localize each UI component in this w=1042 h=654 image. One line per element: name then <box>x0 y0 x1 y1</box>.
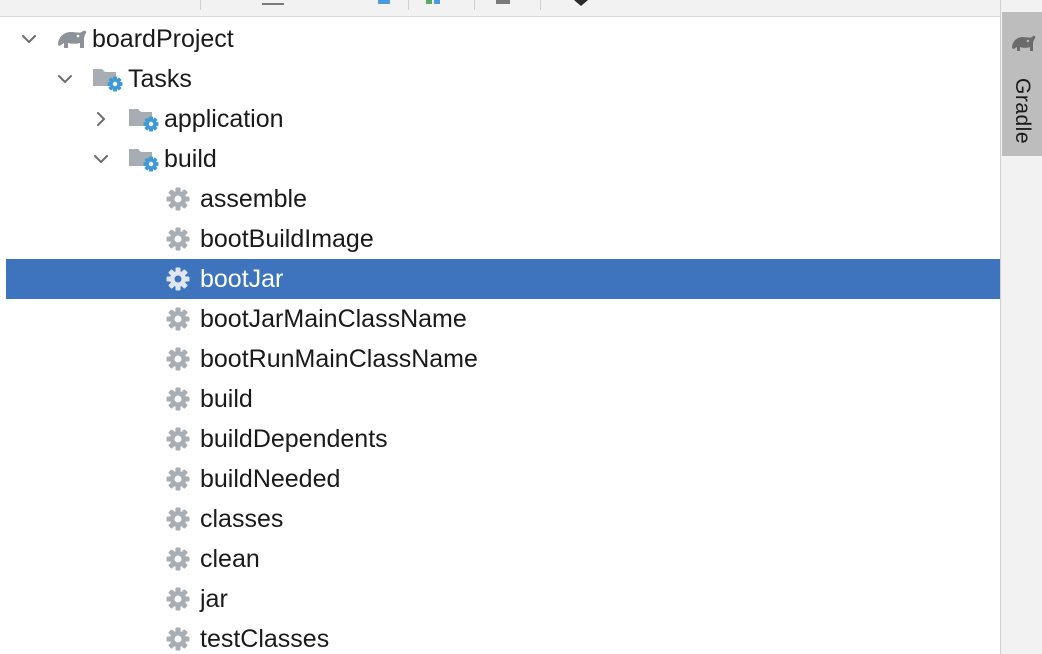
tree-row[interactable]: jar <box>6 579 1000 619</box>
tree-row[interactable]: buildDependents <box>6 419 1000 459</box>
tree-row-label: bootJarMainClassName <box>200 305 467 333</box>
gradle-elephant-icon <box>56 26 87 54</box>
tree-row[interactable]: application <box>6 99 1000 139</box>
tree-row[interactable]: bootJar <box>6 259 1000 299</box>
tree-row[interactable]: assemble <box>6 179 1000 219</box>
toolbar-separator <box>540 0 541 10</box>
right-tool-strip: Gradle <box>1000 0 1042 654</box>
tree-row[interactable]: build <box>6 379 1000 419</box>
gear-icon <box>165 346 195 374</box>
gear-icon <box>165 266 195 294</box>
gear-icon <box>165 386 195 414</box>
tree-row-label: bootJar <box>200 265 284 293</box>
chevron-down-icon[interactable] <box>92 150 110 168</box>
gear-icon <box>165 426 195 454</box>
toolbar-separator <box>474 0 475 10</box>
gear-icon <box>165 586 195 614</box>
tree-row-label: buildDependents <box>200 425 388 453</box>
tree-row-label: testClasses <box>200 625 330 653</box>
tree-row[interactable]: bootJarMainClassName <box>6 299 1000 339</box>
task-folder-icon <box>128 145 159 173</box>
gear-icon <box>165 466 195 494</box>
toolbar-separator <box>408 0 409 10</box>
tree-row-label: bootBuildImage <box>200 225 374 253</box>
toolbar-separator <box>200 0 201 10</box>
tree-row[interactable]: bootBuildImage <box>6 219 1000 259</box>
tree-row-label: build <box>200 385 253 413</box>
gradle-task-tree[interactable]: boardProject Tasks application build assembl… <box>6 17 1000 654</box>
tree-row[interactable]: classes <box>6 499 1000 539</box>
toolbar-expand-icon[interactable] <box>378 0 390 4</box>
tree-row-label: bootRunMainClassName <box>200 345 478 373</box>
tree-row-label: clean <box>200 545 260 573</box>
gradle-elephant-icon <box>1009 32 1037 59</box>
gradle-toolbar <box>0 0 1000 17</box>
tree-row-label: jar <box>200 585 228 613</box>
tree-row[interactable]: testClasses <box>6 619 1000 654</box>
gear-icon <box>165 186 195 214</box>
tree-row-label: classes <box>200 505 284 533</box>
toolbar-toggle-offline-icon[interactable] <box>496 0 510 4</box>
tree-row[interactable]: bootRunMainClassName <box>6 339 1000 379</box>
gradle-tool-tab[interactable]: Gradle <box>1002 12 1042 156</box>
tree-row[interactable]: build <box>6 139 1000 179</box>
tree-row-label: application <box>164 105 284 133</box>
gradle-tool-window: boardProject Tasks application build assembl… <box>0 0 1042 654</box>
gradle-tab-label: Gradle <box>1011 78 1034 145</box>
toolbar-dependencies-icon[interactable] <box>426 0 446 4</box>
gear-icon <box>165 626 195 654</box>
tree-row[interactable]: boardProject <box>6 19 1000 59</box>
chevron-down-icon[interactable] <box>20 30 38 48</box>
chevron-down-icon[interactable] <box>56 70 74 88</box>
tree-row[interactable]: Tasks <box>6 59 1000 99</box>
task-folder-icon <box>92 65 123 93</box>
gear-icon <box>165 306 195 334</box>
tree-row[interactable]: clean <box>6 539 1000 579</box>
gear-icon <box>165 226 195 254</box>
tree-row-label: Tasks <box>128 65 192 93</box>
chevron-right-icon[interactable] <box>92 110 110 128</box>
gear-icon <box>165 506 195 534</box>
tree-row-label: assemble <box>200 185 307 213</box>
toolbar-collapse-icon[interactable] <box>262 0 284 5</box>
tree-row[interactable]: buildNeeded <box>6 459 1000 499</box>
gear-icon <box>165 546 195 574</box>
tree-row-label: boardProject <box>92 25 234 53</box>
tree-row-label: buildNeeded <box>200 465 341 493</box>
toolbar-settings-dropdown-icon[interactable] <box>574 0 588 6</box>
tree-row-label: build <box>164 145 217 173</box>
task-folder-icon <box>128 105 159 133</box>
